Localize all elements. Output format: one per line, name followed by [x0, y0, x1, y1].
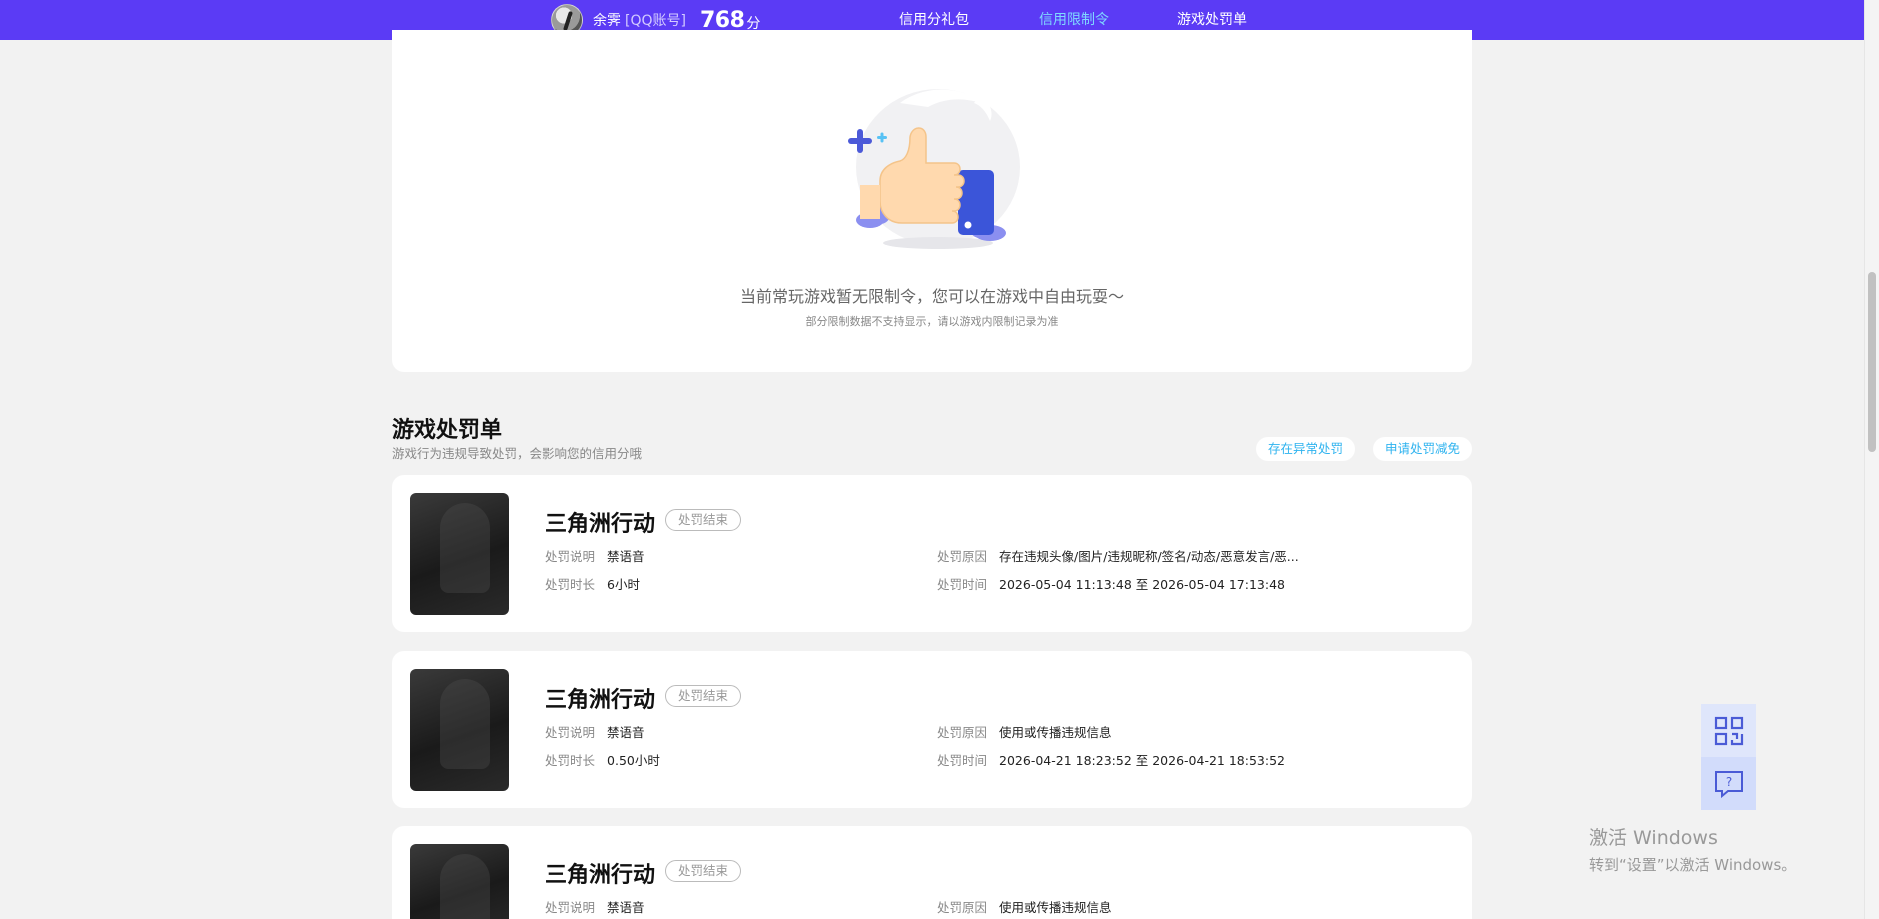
user-name: 余霁	[593, 13, 621, 29]
penalty-desc-row: 处罚说明 禁语音	[545, 722, 645, 741]
thumbs-up-illustration-icon	[848, 89, 1020, 249]
windows-activation-watermark: 激活 Windows 转到“设置”以激活 Windows。	[1589, 823, 1796, 875]
desc-value: 禁语音	[607, 549, 645, 564]
help-button[interactable]: ?	[1701, 757, 1756, 810]
empty-state-note: 部分限制数据不支持显示，请以游戏内限制记录为准	[805, 315, 1059, 328]
time-label: 处罚时间	[937, 577, 988, 592]
duration-value: 0.50小时	[607, 753, 660, 768]
section-subtitle: 游戏行为违规导致处罚，会影响您的信用分哦	[392, 446, 643, 461]
desc-label: 处罚说明	[545, 549, 596, 564]
status-badge: 处罚结束	[665, 860, 742, 882]
penalty-duration-row: 处罚时长 0.50小时	[545, 750, 660, 769]
desc-value: 禁语音	[607, 725, 645, 740]
game-thumbnail	[410, 669, 509, 791]
reason-label: 处罚原因	[937, 725, 988, 740]
status-badge: 处罚结束	[665, 685, 742, 707]
help-chat-icon: ?	[1714, 770, 1743, 798]
game-thumbnail	[410, 844, 509, 919]
game-name: 三角洲行动	[545, 863, 656, 888]
watermark-line1: 激活 Windows	[1589, 827, 1718, 849]
section-title: 游戏处罚单	[392, 418, 503, 443]
game-name: 三角洲行动	[545, 512, 656, 537]
duration-label: 处罚时长	[545, 753, 596, 768]
game-name: 三角洲行动	[545, 688, 656, 713]
penalty-reason-row: 处罚原因 存在违规头像/图片/违规昵称/签名/动态/恶意发言/恶...	[937, 546, 1299, 565]
restriction-empty-card: 当前常玩游戏暂无限制令，您可以在游戏中自由玩耍～ 部分限制数据不支持显示，请以游…	[392, 30, 1472, 372]
penalty-card[interactable]: 三角洲行动 处罚结束 处罚说明 禁语音 处罚时长 0.50小时 处罚原因 使用或传播违…	[392, 651, 1472, 808]
apply-reduction-button[interactable]: 申请处罚减免	[1373, 437, 1473, 461]
penalty-time-row: 处罚时间 2026-04-21 18:23:52 至 2026-04-21 18:…	[937, 750, 1285, 769]
reason-value: 存在违规头像/图片/违规昵称/签名/动态/恶意发言/恶...	[999, 549, 1299, 564]
reason-value: 使用或传播违规信息	[999, 900, 1112, 915]
desc-label: 处罚说明	[545, 900, 596, 915]
time-value: 2026-04-21 18:23:52 至 2026-04-21 18:53:5…	[999, 753, 1285, 768]
duration-value: 6小时	[607, 577, 640, 592]
watermark-line2: 转到“设置”以激活 Windows。	[1589, 856, 1797, 874]
reason-value: 使用或传播违规信息	[999, 725, 1112, 740]
penalty-time-row: 处罚时间 2026-05-04 11:13:48 至 2026-05-04 17:…	[937, 574, 1285, 593]
svg-text:?: ?	[1725, 775, 1731, 789]
abnormal-penalty-button[interactable]: 存在异常处罚	[1256, 437, 1356, 461]
penalty-desc-row: 处罚说明 禁语音	[545, 897, 645, 916]
penalty-reason-row: 处罚原因 使用或传播违规信息	[937, 722, 1112, 741]
penalty-reason-row: 处罚原因 使用或传播违规信息	[937, 897, 1112, 916]
scrollbar-thumb[interactable]	[1868, 272, 1876, 452]
desc-value: 禁语音	[607, 900, 645, 915]
penalty-card[interactable]: 三角洲行动 处罚结束 处罚说明 禁语音 处罚时长 6小时 处罚原因 存在违规头像/图片…	[392, 475, 1472, 632]
account-type: [QQ账号]	[625, 13, 686, 29]
penalty-card[interactable]: 三角洲行动 处罚结束 处罚说明 禁语音 处罚原因 使用或传播违规信息	[392, 826, 1472, 919]
credit-score: 768	[699, 7, 745, 33]
scrollbar-track[interactable]	[1864, 0, 1879, 919]
reason-label: 处罚原因	[937, 549, 988, 564]
duration-label: 处罚时长	[545, 577, 596, 592]
qr-code-button[interactable]	[1701, 704, 1756, 757]
reason-label: 处罚原因	[937, 900, 988, 915]
penalty-desc-row: 处罚说明 禁语音	[545, 546, 645, 565]
empty-state-title: 当前常玩游戏暂无限制令，您可以在游戏中自由玩耍～	[739, 287, 1124, 306]
status-badge: 处罚结束	[665, 509, 742, 531]
qr-code-icon	[1714, 716, 1743, 745]
time-value: 2026-05-04 11:13:48 至 2026-05-04 17:13:4…	[999, 577, 1285, 592]
desc-label: 处罚说明	[545, 725, 596, 740]
time-label: 处罚时间	[937, 753, 988, 768]
game-thumbnail	[410, 493, 509, 615]
penalty-duration-row: 处罚时长 6小时	[545, 574, 640, 593]
